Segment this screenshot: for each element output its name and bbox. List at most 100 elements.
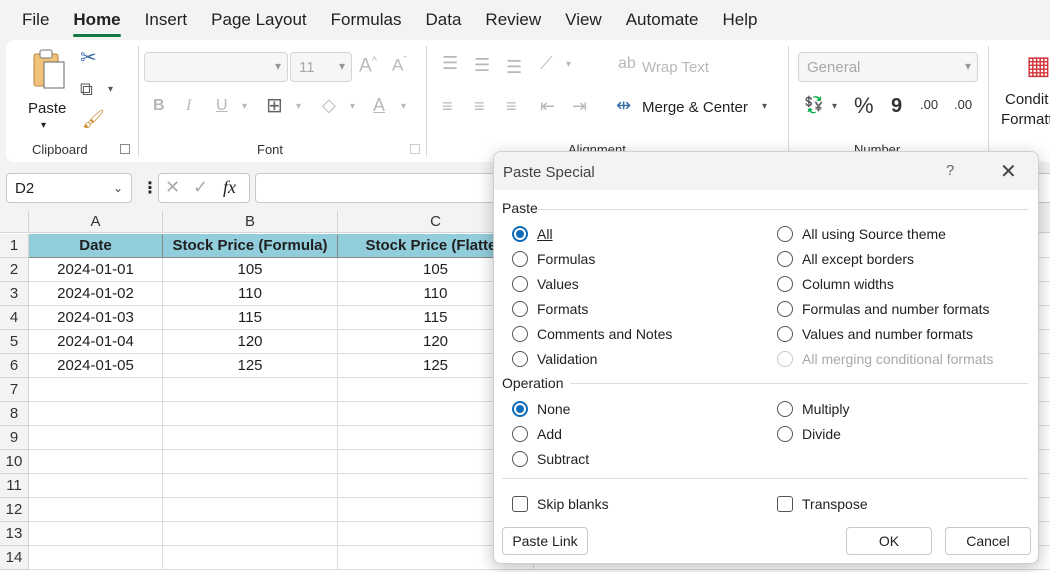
- table-cell[interactable]: 115: [163, 306, 338, 330]
- comma-button[interactable]: 9: [891, 96, 902, 116]
- menu-formulas[interactable]: Formulas: [331, 10, 402, 30]
- percent-button[interactable]: %: [854, 95, 874, 117]
- conditional-formatting-icon[interactable]: ▦: [1026, 52, 1050, 78]
- option-none[interactable]: None: [512, 401, 570, 417]
- help-button[interactable]: ?: [946, 162, 954, 179]
- radio-none[interactable]: [512, 401, 528, 417]
- select-all-corner[interactable]: [0, 211, 29, 233]
- wrap-text-icon[interactable]: ab: [618, 56, 636, 72]
- header-cell[interactable]: Date: [29, 234, 163, 258]
- radio-validation[interactable]: [512, 351, 528, 367]
- radio-divide[interactable]: [777, 426, 793, 442]
- radio-subtract[interactable]: [512, 451, 528, 467]
- conditional-formatting-label-2[interactable]: Formatt: [1001, 111, 1050, 128]
- paste-link-button[interactable]: Paste Link: [502, 527, 588, 555]
- header-cell[interactable]: Stock Price (Formula): [163, 234, 338, 258]
- paste-button[interactable]: Paste ▾: [24, 48, 70, 131]
- table-cell[interactable]: 110: [163, 282, 338, 306]
- table-cell[interactable]: [29, 474, 163, 498]
- option-formats[interactable]: Formats: [512, 301, 588, 317]
- row-header[interactable]: 7: [0, 378, 29, 402]
- option-values-number-formats[interactable]: Values and number formats: [777, 326, 973, 342]
- insert-function-icon[interactable]: fx: [223, 177, 236, 198]
- chevron-down-icon[interactable]: ▾: [762, 102, 767, 112]
- option-subtract[interactable]: Subtract: [512, 451, 589, 467]
- menu-data[interactable]: Data: [426, 10, 462, 30]
- option-add[interactable]: Add: [512, 426, 562, 442]
- table-cell[interactable]: [163, 546, 338, 570]
- orientation-icon[interactable]: ⟋: [540, 54, 553, 72]
- table-cell[interactable]: 125: [163, 354, 338, 378]
- radio-formulas-number-formats[interactable]: [777, 301, 793, 317]
- row-header[interactable]: 3: [0, 282, 29, 306]
- row-header[interactable]: 9: [0, 426, 29, 450]
- format-painter-icon[interactable]: 🖌: [82, 110, 105, 128]
- transpose-checkbox[interactable]: Transpose: [777, 496, 868, 512]
- radio-values-number-formats[interactable]: [777, 326, 793, 342]
- table-cell[interactable]: [29, 426, 163, 450]
- merge-center-label[interactable]: Merge & Center: [642, 99, 748, 116]
- menu-automate[interactable]: Automate: [626, 10, 699, 30]
- font-size-select[interactable]: 11 ▾: [290, 52, 352, 82]
- option-formulas[interactable]: Formulas: [512, 251, 595, 267]
- increase-font-icon[interactable]: A^: [359, 56, 377, 76]
- option-values[interactable]: Values: [512, 276, 579, 292]
- chevron-down-icon[interactable]: ▾: [108, 85, 113, 95]
- table-cell[interactable]: [29, 378, 163, 402]
- table-cell[interactable]: [163, 378, 338, 402]
- decrease-font-icon[interactable]: Aˇ: [392, 56, 407, 74]
- radio-add[interactable]: [512, 426, 528, 442]
- increase-decimal-icon[interactable]: .00: [920, 98, 938, 111]
- column-header-b[interactable]: B: [163, 211, 338, 233]
- chevron-down-icon[interactable]: ▾: [296, 102, 301, 112]
- skip-blanks-checkbox[interactable]: Skip blanks: [512, 496, 609, 512]
- menu-insert[interactable]: Insert: [145, 10, 188, 30]
- row-header[interactable]: 2: [0, 258, 29, 282]
- align-right-icon[interactable]: ≡: [506, 97, 517, 115]
- option-formulas-number-formats[interactable]: Formulas and number formats: [777, 301, 990, 317]
- align-top-icon[interactable]: ☰: [442, 54, 458, 72]
- fill-color-icon[interactable]: ◇: [322, 96, 336, 114]
- radio-values[interactable]: [512, 276, 528, 292]
- chevron-down-icon[interactable]: ▾: [401, 102, 406, 112]
- row-header[interactable]: 12: [0, 498, 29, 522]
- radio-formats[interactable]: [512, 301, 528, 317]
- menu-view[interactable]: View: [565, 10, 602, 30]
- cancel-icon[interactable]: ✕: [165, 177, 180, 198]
- table-cell[interactable]: 2024-01-03: [29, 306, 163, 330]
- align-left-icon[interactable]: ≡: [442, 97, 453, 115]
- radio-formulas[interactable]: [512, 251, 528, 267]
- table-cell[interactable]: 2024-01-02: [29, 282, 163, 306]
- menu-file[interactable]: File: [22, 10, 49, 30]
- option-column-widths[interactable]: Column widths: [777, 276, 894, 292]
- menu-home[interactable]: Home: [73, 10, 121, 37]
- underline-button[interactable]: U: [216, 98, 228, 114]
- radio-column-widths[interactable]: [777, 276, 793, 292]
- radio-multiply[interactable]: [777, 401, 793, 417]
- row-header[interactable]: 13: [0, 522, 29, 546]
- align-middle-icon[interactable]: ☰: [474, 56, 490, 74]
- bold-button[interactable]: B: [153, 98, 165, 114]
- font-color-icon[interactable]: A: [373, 96, 385, 114]
- scissors-icon[interactable]: ✂: [80, 48, 97, 68]
- row-header[interactable]: 6: [0, 354, 29, 378]
- option-comments-notes[interactable]: Comments and Notes: [512, 326, 672, 342]
- decrease-indent-icon[interactable]: ⇤: [540, 97, 555, 115]
- option-except-borders[interactable]: All except borders: [777, 251, 914, 267]
- option-all[interactable]: All: [512, 226, 553, 242]
- table-cell[interactable]: 120: [163, 330, 338, 354]
- table-cell[interactable]: 2024-01-04: [29, 330, 163, 354]
- row-header[interactable]: 1: [0, 234, 29, 258]
- menu-page-layout[interactable]: Page Layout: [211, 10, 306, 30]
- table-cell[interactable]: [29, 450, 163, 474]
- borders-icon[interactable]: ⊞: [266, 96, 283, 116]
- row-header[interactable]: 10: [0, 450, 29, 474]
- option-validation[interactable]: Validation: [512, 351, 597, 367]
- option-divide[interactable]: Divide: [777, 426, 841, 442]
- table-cell[interactable]: 105: [163, 258, 338, 282]
- wrap-text-label[interactable]: Wrap Text: [642, 59, 709, 76]
- enter-icon[interactable]: ✓: [193, 177, 208, 198]
- dialog-launcher-icon[interactable]: [410, 144, 420, 154]
- table-cell[interactable]: [29, 498, 163, 522]
- chevron-down-icon[interactable]: ▾: [242, 102, 247, 112]
